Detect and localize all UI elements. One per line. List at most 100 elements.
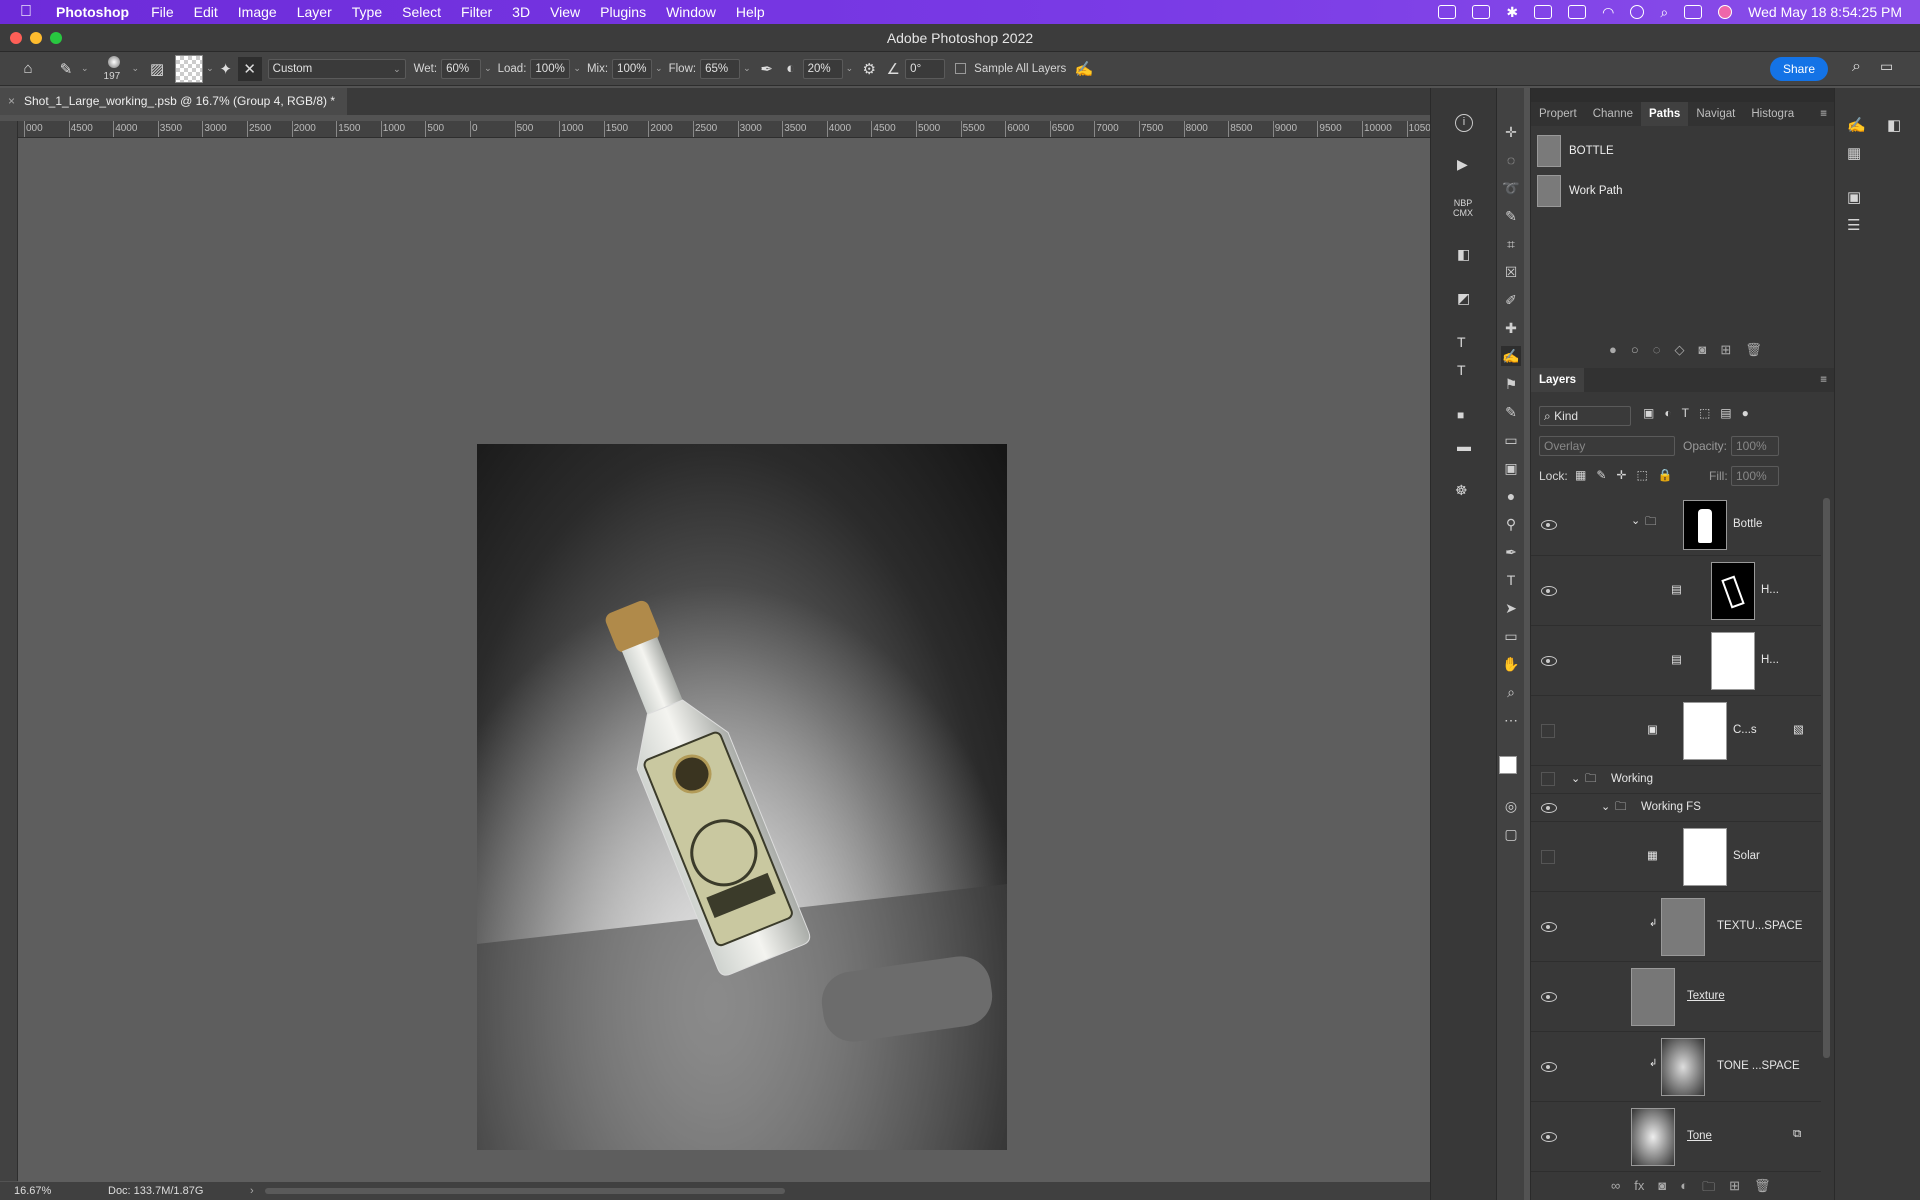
search-icon[interactable]: ⌕	[1852, 58, 1861, 76]
chevron-down-icon[interactable]: ⌄	[206, 63, 214, 74]
adjustment-layer-icon[interactable]: ◐	[1680, 1178, 1688, 1200]
brush-tool-icon[interactable]: ✍	[1501, 346, 1521, 366]
tab-navigator[interactable]: Navigat	[1688, 102, 1743, 126]
nbp-cmx-plugin-icon[interactable]: NBP CMX	[1453, 198, 1473, 218]
layer-group-row[interactable]: ⌄ 🗀 Working FS	[1531, 794, 1821, 822]
document-image[interactable]	[477, 444, 1007, 1150]
brush-preset-picker[interactable]: 197	[99, 54, 129, 84]
path-select-tool-icon[interactable]: ➤	[1501, 598, 1521, 618]
layer-name[interactable]: Working FS	[1641, 801, 1701, 813]
layer-row[interactable]: ↲ TEXTU...SPACE	[1531, 892, 1821, 962]
lock-position-icon[interactable]: ✛	[1616, 468, 1626, 482]
foreground-color-swatch[interactable]	[1499, 756, 1517, 774]
screen-icon[interactable]	[1472, 5, 1491, 19]
layer-name[interactable]: TONE ...SPACE	[1717, 1060, 1800, 1072]
paragraph-icon[interactable]: T	[1457, 362, 1466, 378]
document-tab[interactable]: × Shot_1_Large_working_.psb @ 16.7% (Gro…	[0, 88, 348, 115]
chevron-down-icon[interactable]: ⌄	[132, 63, 140, 74]
lock-artboard-icon[interactable]: ⬚	[1636, 468, 1647, 482]
chevron-down-icon[interactable]: ⌄	[743, 63, 751, 74]
angle-field[interactable]: 0°	[905, 58, 946, 79]
layer-name[interactable]: Working	[1611, 773, 1653, 785]
pen-tool-icon[interactable]: ✒	[1501, 542, 1521, 562]
path-item[interactable]: Work Path	[1537, 172, 1817, 210]
blend-preset-select[interactable]: Custom ⌄	[267, 58, 406, 79]
vertical-ruler[interactable]	[0, 121, 18, 1181]
card-icon[interactable]	[1534, 5, 1553, 19]
frame-tool-icon[interactable]: ☒	[1501, 262, 1521, 282]
close-icon[interactable]: ×	[8, 88, 15, 115]
close-window-button[interactable]	[10, 32, 22, 44]
layers-scrollbar[interactable]	[1823, 498, 1830, 1058]
lock-all-icon[interactable]: 🔒	[1658, 468, 1673, 482]
menu-type[interactable]: Type	[352, 4, 382, 20]
smart-object-filter-icon[interactable]: ▤	[1720, 406, 1731, 420]
libraries-icon[interactable]: ▣	[1847, 188, 1861, 206]
comment-icon[interactable]: ▬	[1457, 438, 1471, 454]
make-path-icon[interactable]: ◇	[1674, 342, 1684, 358]
app-menu[interactable]: Photoshop	[56, 4, 129, 20]
home-icon[interactable]: ⌂	[16, 57, 40, 81]
adjustment-filter-icon[interactable]: ◐	[1664, 406, 1671, 420]
spotlight-icon[interactable]: ⌕	[1660, 4, 1668, 21]
apple-icon[interactable]: 	[20, 3, 38, 21]
control-center-icon[interactable]	[1684, 5, 1703, 19]
clean-brush-icon[interactable]: ✕	[237, 56, 262, 81]
chevron-down-icon[interactable]: ⌄	[81, 63, 89, 74]
type-icon[interactable]: T	[1457, 334, 1466, 350]
new-path-icon[interactable]: ⊞	[1720, 342, 1731, 358]
eye-icon[interactable]	[1541, 1062, 1557, 1072]
eyedropper-tool-icon[interactable]: ✐	[1501, 290, 1521, 310]
tab-properties[interactable]: Propert	[1531, 102, 1585, 126]
layer-name[interactable]: H...	[1761, 654, 1779, 666]
airbrush-icon[interactable]: ✒	[755, 57, 779, 81]
wet-field[interactable]: 60%	[441, 58, 482, 79]
brush-panel-icon[interactable]: ✍	[1847, 116, 1866, 134]
tab-channels[interactable]: Channe	[1585, 102, 1641, 126]
workspace-icon[interactable]: ▭	[1880, 58, 1893, 75]
lasso-tool-icon[interactable]: ➰	[1501, 178, 1521, 198]
bluetooth-icon[interactable]: ✱	[1506, 4, 1518, 21]
chevron-down-icon[interactable]: ⌄	[573, 63, 581, 74]
gear-icon[interactable]: ⚙	[857, 57, 881, 81]
stamp-tool-icon[interactable]: ⚑	[1501, 374, 1521, 394]
tab-paths[interactable]: Paths	[1641, 102, 1689, 126]
play-icon[interactable]: ▶	[1457, 156, 1468, 173]
dodge-tool-icon[interactable]: ⚲	[1501, 514, 1521, 534]
eye-icon[interactable]	[1541, 586, 1557, 596]
blur-tool-icon[interactable]: ●	[1501, 486, 1521, 506]
layer-thumbnail[interactable]	[1631, 968, 1675, 1026]
fill-path-icon[interactable]: ●	[1609, 342, 1617, 358]
hand-tool-icon[interactable]: ✋	[1501, 654, 1521, 674]
app-status-icon[interactable]	[1438, 5, 1457, 19]
chevron-right-icon[interactable]: ›	[250, 1182, 254, 1200]
trash-icon[interactable]: 🗑	[1754, 1178, 1771, 1200]
load-field[interactable]: 100%	[530, 58, 571, 79]
canvas-area[interactable]	[18, 138, 1430, 1182]
visibility-toggle[interactable]	[1541, 850, 1555, 864]
lock-image-icon[interactable]: ✎	[1596, 468, 1606, 482]
clock[interactable]: Wed May 18 8:54:25 PM	[1748, 4, 1902, 20]
zoom-level[interactable]: 16.67%	[14, 1182, 51, 1200]
layer-name[interactable]: Bottle	[1733, 518, 1762, 530]
panel-menu-icon[interactable]: ≡	[1820, 102, 1835, 126]
quick-select-tool-icon[interactable]: ✎	[1501, 206, 1521, 226]
type-filter-icon[interactable]: T	[1682, 406, 1689, 420]
visibility-toggle[interactable]	[1541, 772, 1555, 786]
brush-library-icon[interactable]: ■	[1457, 408, 1464, 422]
minimize-window-button[interactable]	[30, 32, 42, 44]
smoothing-icon[interactable]: ◐	[779, 57, 803, 81]
menu-help[interactable]: Help	[736, 4, 765, 20]
history-brush-tool-icon[interactable]: ✎	[1501, 402, 1521, 422]
shape-filter-icon[interactable]: ⬚	[1699, 406, 1710, 420]
path-item[interactable]: BOTTLE	[1537, 132, 1817, 170]
layer-mask-thumbnail[interactable]	[1683, 828, 1727, 886]
layer-name[interactable]: Texture	[1687, 990, 1725, 1002]
eye-icon[interactable]	[1541, 922, 1557, 932]
pixel-filter-icon[interactable]: ▣	[1643, 406, 1654, 420]
fill-field[interactable]: 100%	[1731, 466, 1779, 486]
more-tools-icon[interactable]: ⋯	[1501, 710, 1521, 730]
marquee-tool-icon[interactable]: ◌	[1501, 150, 1521, 170]
smoothing-field[interactable]: 20%	[802, 58, 843, 79]
adjustments-icon[interactable]: ☰	[1847, 216, 1860, 234]
